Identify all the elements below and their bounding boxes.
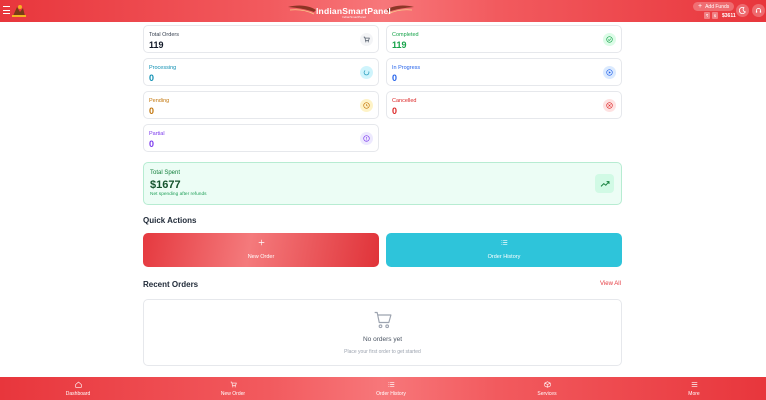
- list-icon: [387, 381, 394, 388]
- stat-card-partial[interactable]: Partial 0: [143, 124, 379, 152]
- stat-value: 0: [149, 139, 155, 149]
- nav-item-order-history[interactable]: Order History: [361, 381, 421, 397]
- stat-value: 0: [149, 73, 155, 83]
- cart-icon: [230, 381, 237, 388]
- spinner-icon: [360, 66, 373, 79]
- trending-up-icon: [595, 174, 614, 193]
- empty-title: No orders yet: [362, 336, 403, 343]
- stat-label: Total Orders: [149, 32, 179, 38]
- stat-card-completed[interactable]: Completed 119: [386, 25, 622, 53]
- nav-item-more[interactable]: More: [664, 381, 724, 397]
- stat-card-total-orders[interactable]: Total Orders 119: [143, 25, 379, 53]
- box-icon: [543, 381, 551, 388]
- nav-item-services[interactable]: Services: [517, 381, 577, 397]
- stat-label: Completed: [392, 32, 419, 38]
- support-button[interactable]: [752, 4, 765, 17]
- stat-value: 0: [392, 106, 398, 116]
- stat-label: Processing: [149, 65, 177, 71]
- order-history-button[interactable]: Order History: [386, 233, 622, 267]
- stat-card-pending[interactable]: Pending 0: [143, 91, 379, 119]
- stat-card-cancelled[interactable]: Cancelled 0: [386, 91, 622, 119]
- recent-orders-title: Recent Orders: [143, 280, 199, 289]
- nav-label: Dashboard: [65, 391, 91, 397]
- nav-item-dashboard[interactable]: Dashboard: [48, 381, 108, 397]
- total-spent-value: $1677: [150, 179, 181, 191]
- alert-circle-icon: [360, 132, 373, 145]
- plus-icon: [258, 239, 264, 246]
- stat-label: In Progress: [392, 65, 421, 71]
- stat-label: Pending: [149, 98, 170, 104]
- plus-icon: +: [698, 3, 703, 10]
- currency-chip-inr[interactable]: ₹: [704, 12, 710, 19]
- menu-icon: [691, 382, 697, 387]
- new-order-label: New Order: [247, 254, 275, 260]
- add-funds-button[interactable]: + Add Funds: [693, 2, 735, 11]
- stat-label: Cancelled: [392, 98, 417, 104]
- currency-chip-usd[interactable]: $: [712, 12, 718, 19]
- stat-label: Partial: [149, 131, 165, 137]
- logo-emblem-icon: [12, 5, 26, 17]
- total-spent-card: Total Spent $1677 Net spending after ref…: [143, 162, 622, 205]
- quick-actions-title: Quick Actions: [143, 216, 197, 225]
- stat-value: 0: [149, 106, 155, 116]
- empty-cart-icon: [374, 311, 392, 329]
- home-icon: [74, 381, 82, 388]
- check-circle-icon: [603, 33, 616, 46]
- stat-card-in-progress[interactable]: In Progress 0: [386, 58, 622, 86]
- total-spent-subtitle: Net spending after refunds: [150, 192, 207, 197]
- view-all-link[interactable]: View All: [600, 281, 621, 287]
- play-circle-icon: [603, 66, 616, 79]
- clock-icon: [360, 99, 373, 112]
- empty-subtitle: Place your first order to get started: [344, 349, 421, 355]
- stat-card-processing[interactable]: Processing 0: [143, 58, 379, 86]
- top-bar: IndianSmartPanel IndianSmartPanel + Add …: [0, 0, 766, 22]
- nav-label: Services: [537, 391, 557, 397]
- stat-value: 119: [149, 40, 164, 50]
- nav-item-new-order[interactable]: New Order: [203, 381, 263, 397]
- list-icon: [500, 239, 507, 246]
- bottom-nav: Dashboard New Order Order History Servic…: [0, 377, 766, 400]
- total-spent-label: Total Spent: [150, 170, 181, 176]
- nav-label: New Order: [220, 391, 246, 397]
- balance-amount: $3611: [722, 12, 736, 19]
- brand-subtitle: IndianSmartPanel: [342, 15, 366, 19]
- stat-value: 0: [392, 73, 398, 83]
- x-circle-icon: [603, 99, 616, 112]
- cart-icon: [360, 33, 373, 46]
- recent-orders-empty-state: No orders yet Place your first order to …: [143, 299, 622, 366]
- new-order-button[interactable]: New Order: [143, 233, 379, 267]
- headset-icon: [755, 7, 762, 13]
- nav-label: Order History: [376, 391, 406, 397]
- nav-label: More: [688, 391, 700, 397]
- moon-icon: [739, 7, 746, 14]
- order-history-label: Order History: [487, 254, 521, 260]
- stat-value: 119: [392, 40, 407, 50]
- menu-icon[interactable]: [3, 6, 10, 14]
- theme-toggle-button[interactable]: [736, 4, 749, 17]
- brand-logo[interactable]: IndianSmartPanel IndianSmartPanel: [286, 2, 416, 20]
- add-funds-label: Add Funds: [705, 3, 730, 10]
- balance-row: ₹ $ $3611: [704, 12, 736, 19]
